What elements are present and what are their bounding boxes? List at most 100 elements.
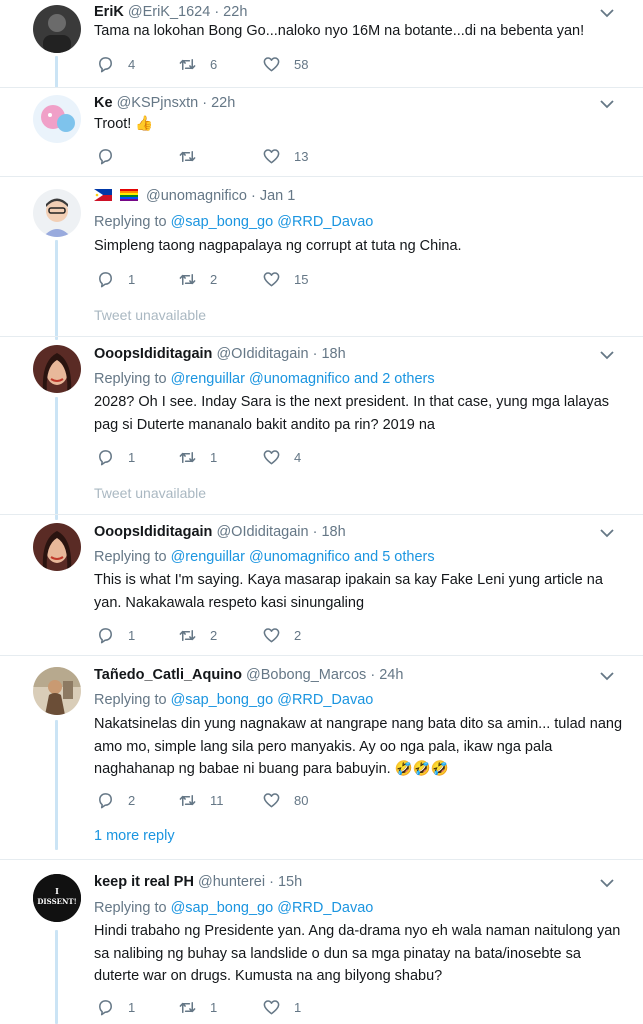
chevron-down-icon[interactable] bbox=[599, 877, 615, 889]
retweet-button[interactable]: 11 bbox=[178, 791, 224, 810]
retweet-count: 11 bbox=[210, 793, 224, 808]
philippines-flag-icon bbox=[94, 188, 112, 201]
replying-to: Replying to @renguillar @unomagnifico an… bbox=[94, 370, 435, 388]
reply-icon bbox=[99, 1000, 112, 1016]
chevron-down-icon[interactable] bbox=[599, 527, 615, 539]
replying-users-link[interactable]: @renguillar @unomagnifico bbox=[171, 549, 350, 565]
heart-icon bbox=[263, 628, 280, 643]
replying-to: Replying to @sap_bong_go @RRD_Davao bbox=[94, 213, 373, 231]
replying-users-link[interactable]: @sap_bong_go @RRD_Davao bbox=[171, 214, 374, 230]
thread-line bbox=[55, 56, 58, 88]
user-handle[interactable]: @OIdiditagain bbox=[216, 346, 308, 362]
retweet-count: 2 bbox=[210, 628, 218, 643]
tweet-separator bbox=[0, 87, 643, 88]
tweet-separator bbox=[0, 655, 643, 656]
tweet-header: OoopsIdiditagain @OIdiditagain · 18h bbox=[94, 523, 346, 541]
retweet-button[interactable] bbox=[178, 147, 210, 166]
avatar[interactable] bbox=[33, 5, 81, 53]
reply-button[interactable] bbox=[96, 147, 128, 166]
avatar[interactable] bbox=[33, 345, 81, 393]
user-handle[interactable]: @OIdiditagain bbox=[216, 524, 308, 540]
like-button[interactable]: 58 bbox=[262, 55, 308, 74]
user-handle[interactable]: @hunterei bbox=[198, 874, 265, 890]
chevron-down-icon[interactable] bbox=[599, 98, 615, 110]
reply-count: 1 bbox=[128, 450, 136, 465]
display-name[interactable]: Ke bbox=[94, 95, 113, 111]
replying-to: Replying to @sap_bong_go @RRD_Davao bbox=[94, 691, 373, 709]
heart-icon bbox=[263, 793, 280, 808]
replying-label: Replying to bbox=[94, 371, 167, 387]
like-count: 2 bbox=[294, 628, 302, 643]
retweet-icon bbox=[179, 58, 196, 71]
reply-button[interactable]: 1 bbox=[96, 448, 135, 467]
tweet-header: EriK @EriK_1624 · 22h bbox=[94, 3, 247, 21]
reply-button[interactable]: 2 bbox=[96, 791, 135, 810]
tweet-separator bbox=[0, 336, 643, 337]
tweet-date[interactable]: · 22h bbox=[214, 4, 247, 20]
display-name[interactable]: Tañedo_Catli_Aquino bbox=[94, 667, 242, 683]
replying-to: Replying to @sap_bong_go @RRD_Davao bbox=[94, 899, 373, 917]
avatar[interactable] bbox=[33, 523, 81, 571]
replying-users-link[interactable]: @renguillar @unomagnifico bbox=[171, 371, 350, 387]
reply-button[interactable]: 4 bbox=[96, 55, 135, 74]
tweet-header: Ke @KSPjnsxtn · 22h bbox=[94, 94, 235, 112]
chevron-down-icon[interactable] bbox=[599, 349, 615, 361]
reply-button[interactable]: 1 bbox=[96, 270, 135, 289]
tweet-date[interactable]: · 22h bbox=[202, 95, 235, 111]
more-replies-link[interactable]: 1 more reply bbox=[94, 828, 175, 844]
replying-label: Replying to bbox=[94, 214, 167, 230]
retweet-icon bbox=[179, 150, 196, 163]
tweet-text: Hindi trabaho ng Presidente yan. Ang da-… bbox=[94, 923, 621, 984]
retweet-button[interactable]: 2 bbox=[178, 270, 217, 289]
replying-label: Replying to bbox=[94, 549, 167, 565]
like-button[interactable]: 4 bbox=[262, 448, 301, 467]
chevron-down-icon[interactable] bbox=[599, 670, 615, 682]
reply-count: 2 bbox=[128, 793, 136, 808]
retweet-button[interactable]: 1 bbox=[178, 998, 217, 1017]
like-button[interactable]: 15 bbox=[262, 270, 308, 289]
user-handle[interactable]: @EriK_1624 bbox=[128, 4, 210, 20]
reply-button[interactable]: 1 bbox=[96, 626, 135, 645]
like-button[interactable]: 80 bbox=[262, 791, 308, 810]
like-button[interactable]: 1 bbox=[262, 998, 301, 1017]
display-name[interactable]: EriK bbox=[94, 4, 124, 20]
tweet-date[interactable]: · 15h bbox=[269, 874, 302, 890]
dissent-avatar-line2: DISSENT! bbox=[37, 897, 76, 906]
tweet-date[interactable]: · 24h bbox=[370, 667, 403, 683]
retweet-button[interactable]: 6 bbox=[178, 55, 217, 74]
tweet-text: 2028? Oh I see. Inday Sara is the next p… bbox=[94, 394, 610, 433]
replying-others-link[interactable]: and 5 others bbox=[354, 549, 435, 565]
like-button[interactable]: 2 bbox=[262, 626, 301, 645]
tweet-text: This is what I'm saying. Kaya masarap ip… bbox=[94, 572, 603, 611]
like-count: 13 bbox=[294, 149, 309, 164]
like-button[interactable]: 13 bbox=[262, 147, 308, 166]
avatar[interactable] bbox=[33, 667, 81, 715]
tweet-text: Troot! 👍 bbox=[94, 116, 154, 132]
reply-button[interactable]: 1 bbox=[96, 998, 135, 1017]
avatar[interactable] bbox=[33, 189, 81, 237]
heart-icon bbox=[263, 149, 280, 164]
retweet-icon bbox=[179, 629, 196, 642]
chevron-down-icon[interactable] bbox=[599, 7, 615, 19]
avatar[interactable]: I DISSENT! bbox=[33, 874, 81, 922]
avatar[interactable] bbox=[33, 95, 81, 143]
retweet-button[interactable]: 2 bbox=[178, 626, 217, 645]
user-handle[interactable]: @unomagnifico bbox=[146, 188, 247, 204]
dissent-avatar-line1: I bbox=[55, 886, 59, 896]
display-name[interactable]: keep it real PH bbox=[94, 874, 194, 890]
thread-line bbox=[55, 720, 58, 850]
tweet-header: keep it real PH @hunterei · 15h bbox=[94, 873, 302, 891]
display-name[interactable]: OoopsIdiditagain bbox=[94, 524, 212, 540]
replying-users-link[interactable]: @sap_bong_go @RRD_Davao bbox=[171, 900, 374, 916]
user-handle[interactable]: @Bobong_Marcos bbox=[246, 667, 366, 683]
heart-icon bbox=[263, 1000, 280, 1015]
tweet-date[interactable]: · Jan 1 bbox=[251, 188, 295, 204]
replying-users-link[interactable]: @sap_bong_go @RRD_Davao bbox=[171, 692, 374, 708]
replying-others-link[interactable]: and 2 others bbox=[354, 371, 435, 387]
tweet-date[interactable]: · 18h bbox=[313, 524, 346, 540]
user-handle[interactable]: @KSPjnsxtn bbox=[117, 95, 199, 111]
retweet-button[interactable]: 1 bbox=[178, 448, 217, 467]
display-name[interactable]: OoopsIdiditagain bbox=[94, 346, 212, 362]
tweet-date[interactable]: · 18h bbox=[313, 346, 346, 362]
retweet-count: 1 bbox=[210, 1000, 218, 1015]
